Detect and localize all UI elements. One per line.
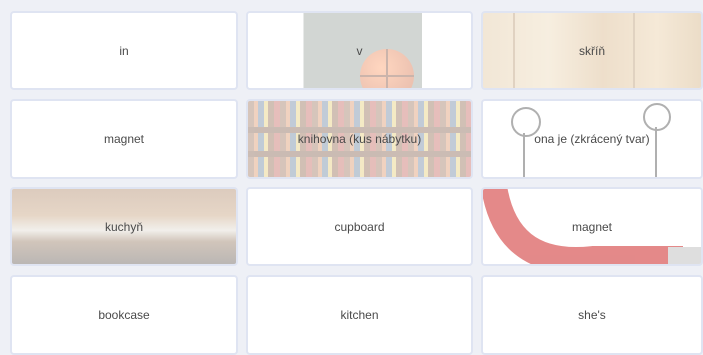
card-label: knihovna (kus nábytku) (297, 132, 422, 146)
card-label: bookcase (98, 308, 150, 322)
card-label: kuchyň (104, 219, 144, 234)
card-magnet-2[interactable]: magnet (481, 187, 703, 266)
card-label: ona je (zkrácený tvar) (534, 132, 650, 146)
card-shes[interactable]: she's (481, 275, 703, 355)
card-kitchen[interactable]: kitchen (246, 275, 473, 355)
card-label: magnet (103, 132, 145, 146)
card-label: she's (578, 308, 606, 322)
card-label: magnet (571, 219, 613, 234)
card-bookcase[interactable]: bookcase (10, 275, 238, 355)
card-label: skříň (578, 43, 605, 58)
card-label: in (119, 43, 129, 58)
card-magnet-1[interactable]: magnet (10, 99, 238, 179)
card-label: v (356, 43, 363, 58)
matching-grid: in v skříň magnet knihovna (kus nábytku)… (0, 0, 703, 355)
card-knihovna[interactable]: knihovna (kus nábytku) (246, 99, 473, 179)
card-in[interactable]: in (10, 11, 238, 90)
card-v[interactable]: v (246, 11, 473, 90)
card-ona-je[interactable]: ona je (zkrácený tvar) (481, 99, 703, 179)
card-kuchyn[interactable]: kuchyň (10, 187, 238, 266)
card-cupboard[interactable]: cupboard (246, 187, 473, 266)
card-skrin[interactable]: skříň (481, 11, 703, 90)
card-label: cupboard (334, 219, 385, 234)
card-label: kitchen (340, 308, 379, 322)
